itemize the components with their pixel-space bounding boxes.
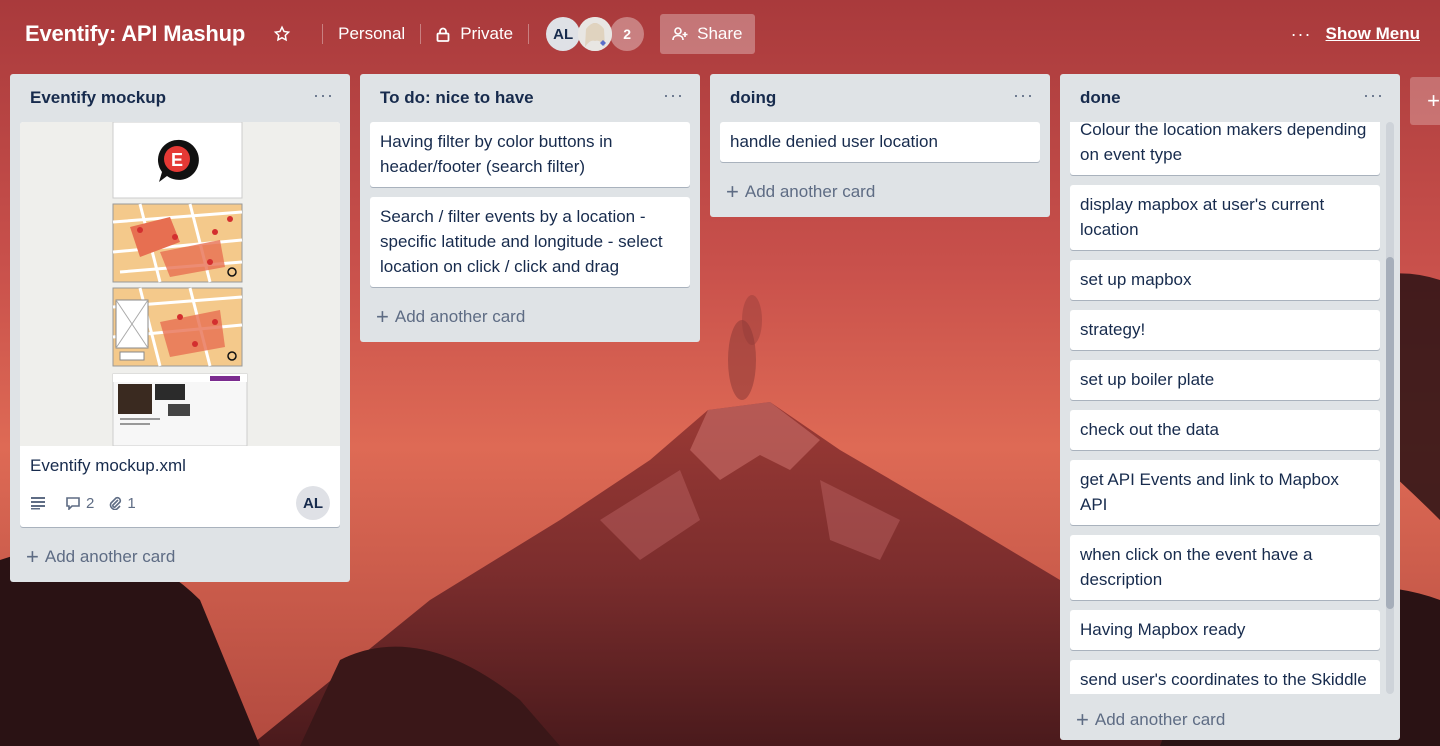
member-count-badge[interactable]: 2 <box>610 17 645 51</box>
list-eventify-mockup: Eventify mockup ··· E Eventify mockup.xm… <box>10 74 350 582</box>
attachments-count: 1 <box>127 494 136 512</box>
svg-text:E: E <box>171 150 183 170</box>
card[interactable]: check out the data <box>1070 410 1380 450</box>
show-menu-link[interactable]: Show Menu <box>1326 24 1420 44</box>
add-card-label: Add another card <box>744 182 876 201</box>
list-doing: doing ··· handle denied user location + … <box>710 74 1050 217</box>
description-badge <box>30 496 51 510</box>
add-card-label: Add another card <box>44 547 176 566</box>
card[interactable]: set up mapbox <box>1070 260 1380 300</box>
add-card-label: Add another card <box>1094 710 1226 729</box>
list-done: done ··· Colour the location makers depe… <box>1060 74 1400 740</box>
ellipsis-icon[interactable]: ··· <box>1291 24 1312 45</box>
card[interactable]: strategy! <box>1070 310 1380 350</box>
share-button[interactable]: Share <box>660 14 755 54</box>
list-header: To do: nice to have ··· <box>370 74 690 122</box>
comments-badge: 2 <box>65 491 94 516</box>
attachments-badge: 1 <box>108 491 136 516</box>
avatar[interactable]: AL <box>296 486 330 520</box>
add-card-button[interactable]: + Add another card <box>1070 700 1390 740</box>
ellipsis-icon[interactable]: ··· <box>1013 85 1040 106</box>
board-canvas: Eventify mockup ··· E Eventify mockup.xm… <box>10 74 1440 740</box>
add-card-button[interactable]: + Add another card <box>370 297 690 337</box>
add-card-button[interactable]: + Add another card <box>20 537 340 577</box>
card-title: Eventify mockup.xml <box>30 456 186 475</box>
card[interactable]: Colour the location makers depending on … <box>1070 122 1380 175</box>
header-separator <box>420 24 422 44</box>
team-label: Personal <box>338 24 406 43</box>
list-scrollbar[interactable] <box>1386 122 1394 694</box>
plus-icon: + <box>726 179 739 204</box>
card[interactable]: set up boiler plate <box>1070 360 1380 400</box>
lock-icon <box>436 27 450 42</box>
card[interactable]: get API Events and link to Mapbox API <box>1070 460 1380 525</box>
avatar-photo[interactable] <box>578 17 613 51</box>
star-icon[interactable] <box>273 14 307 54</box>
board-members: AL 2 <box>546 17 645 51</box>
list-title[interactable]: done <box>1080 88 1121 108</box>
card[interactable]: when click on the event have a descripti… <box>1070 535 1380 600</box>
avatar[interactable]: AL <box>546 17 581 51</box>
card-body: Eventify mockup.xml 2 1 AL <box>20 446 340 527</box>
list-cards-scroll-area[interactable]: Colour the location makers depending on … <box>1070 122 1394 694</box>
visibility-button[interactable]: Private <box>436 14 513 54</box>
comments-count: 2 <box>86 494 95 512</box>
card[interactable]: handle denied user location <box>720 122 1040 162</box>
ellipsis-icon[interactable]: ··· <box>1363 85 1390 106</box>
plus-icon: + <box>376 304 389 329</box>
list-header: done ··· <box>1070 74 1390 122</box>
card[interactable]: Having Mapbox ready <box>1070 610 1380 650</box>
header-separator <box>322 24 324 44</box>
card-badges: 2 1 AL <box>30 486 330 520</box>
list-cards: Colour the location makers depending on … <box>1070 122 1380 694</box>
list-title[interactable]: To do: nice to have <box>380 88 534 108</box>
card[interactable]: send user's coordinates to the Skiddle A… <box>1070 660 1380 694</box>
header-separator <box>528 24 530 44</box>
add-card-button[interactable]: + Add another card <box>720 172 1040 212</box>
description-icon <box>31 497 45 510</box>
add-card-label: Add another card <box>394 307 526 326</box>
list-header: doing ··· <box>720 74 1040 122</box>
ellipsis-icon[interactable]: ··· <box>663 85 690 106</box>
card[interactable]: Search / filter events by a location - s… <box>370 197 690 287</box>
ellipsis-icon[interactable]: ··· <box>313 85 340 106</box>
list-header: Eventify mockup ··· <box>20 74 340 122</box>
plus-icon: + <box>1076 707 1089 732</box>
plus-icon: + <box>1427 88 1440 113</box>
share-label: Share <box>697 24 743 43</box>
card-cover-image: E <box>20 122 340 446</box>
card[interactable]: Having filter by color buttons in header… <box>370 122 690 187</box>
plus-icon: + <box>26 544 39 569</box>
card[interactable]: E Eventify mockup.xml 2 1 AL <box>20 122 340 527</box>
add-list-button[interactable]: + <box>1410 77 1440 125</box>
list-title[interactable]: doing <box>730 88 776 108</box>
add-person-icon <box>672 27 688 41</box>
paperclip-icon <box>110 496 122 510</box>
comment-icon <box>66 497 80 510</box>
list-title[interactable]: Eventify mockup <box>30 88 166 108</box>
visibility-label: Private <box>460 24 514 43</box>
team-button[interactable]: Personal <box>338 14 405 54</box>
board-title[interactable]: Eventify: API Mashup <box>25 21 245 47</box>
scrollbar-thumb[interactable] <box>1386 257 1394 609</box>
list-to-do-nice-to-have: To do: nice to have ··· Having filter by… <box>360 74 700 342</box>
card[interactable]: display mapbox at user's current locatio… <box>1070 185 1380 250</box>
board-header: Eventify: API Mashup Personal Private AL… <box>0 0 1440 68</box>
